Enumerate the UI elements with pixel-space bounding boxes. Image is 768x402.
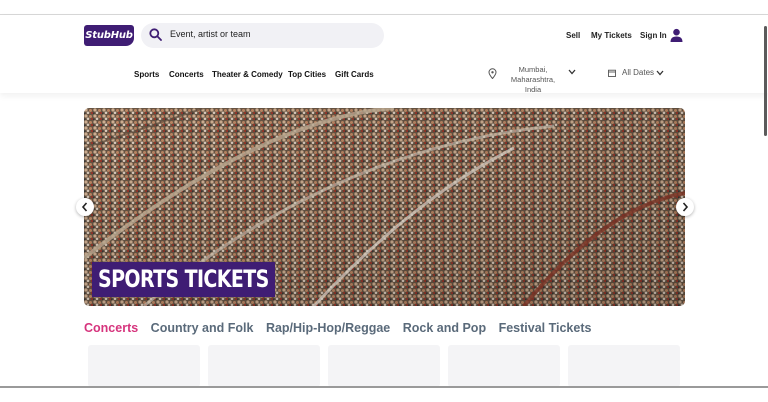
date-filter-label: All Dates [622, 68, 655, 77]
location-region: Maharashtra, India [510, 75, 556, 94]
my-tickets-link[interactable]: My Tickets [591, 31, 632, 40]
chevron-down-icon [656, 70, 664, 76]
event-card[interactable] [88, 345, 200, 387]
event-card[interactable] [568, 345, 680, 387]
carousel-prev-button[interactable] [76, 198, 94, 216]
event-card[interactable] [208, 345, 320, 387]
search-input[interactable]: Event, artist or team [170, 29, 251, 39]
tab-concerts[interactable]: Concerts [84, 321, 138, 335]
location-pin-icon [488, 68, 497, 79]
nav-sports[interactable]: Sports [134, 70, 159, 79]
hero-label: SPORTS TICKETS [92, 262, 275, 297]
location-selector[interactable]: Mumbai, Maharashtra, India [488, 65, 578, 94]
nav-gift-cards[interactable]: Gift Cards [335, 70, 374, 79]
event-card[interactable] [448, 345, 560, 387]
header: StubHub Event, artist or team Sell My Ti… [0, 15, 768, 94]
category-tabs: Concerts Country and Folk Rap/Hip-Hop/Re… [84, 321, 600, 335]
tab-festival-tickets[interactable]: Festival Tickets [499, 321, 592, 335]
tab-rap-hiphop-reggae[interactable]: Rap/Hip-Hop/Reggae [266, 321, 390, 335]
sign-in-link[interactable]: Sign In [640, 31, 667, 40]
stubhub-logo[interactable]: StubHub [84, 25, 134, 46]
chevron-right-icon [682, 202, 689, 212]
event-card[interactable] [328, 345, 440, 387]
search-bar[interactable]: Event, artist or team [141, 23, 384, 48]
chevron-left-icon [81, 202, 88, 212]
calendar-icon [608, 69, 616, 77]
hero-banner[interactable]: SPORTS TICKETS [84, 108, 685, 306]
sell-link[interactable]: Sell [566, 31, 580, 40]
nav-concerts[interactable]: Concerts [169, 70, 204, 79]
nav-top-cities[interactable]: Top Cities [288, 70, 326, 79]
nav-theater-comedy[interactable]: Theater & Comedy [212, 70, 283, 79]
tab-country-folk[interactable]: Country and Folk [151, 321, 254, 335]
tab-rock-pop[interactable]: Rock and Pop [403, 321, 486, 335]
user-icon[interactable] [669, 28, 684, 43]
location-city: Mumbai, [518, 65, 548, 74]
search-icon [149, 28, 162, 41]
carousel-next-button[interactable] [676, 198, 694, 216]
chevron-down-icon [568, 69, 576, 75]
scrollbar[interactable] [764, 26, 767, 136]
bottom-divider [0, 386, 768, 388]
